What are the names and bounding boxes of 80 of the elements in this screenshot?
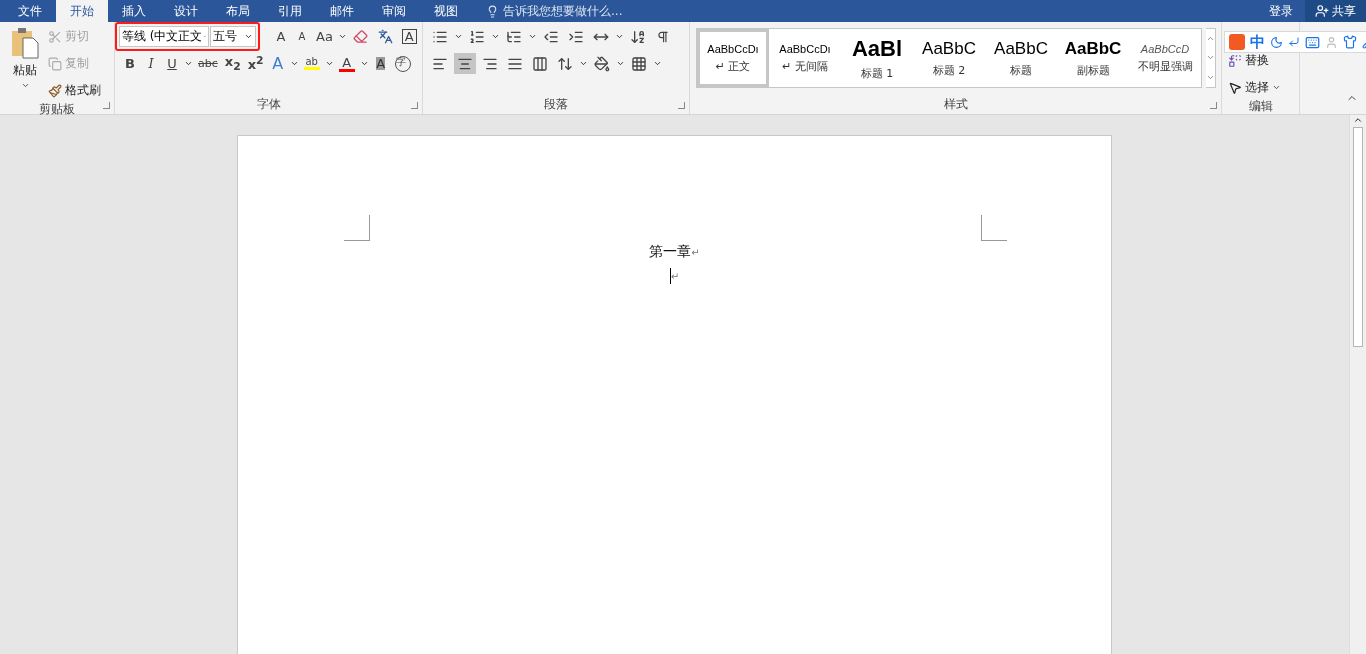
align-center-button[interactable]	[454, 53, 476, 74]
font-color-button[interactable]: A	[336, 53, 357, 74]
crop-mark	[344, 215, 370, 241]
style-item[interactable]: AaBbCcDı ↵ 无间隔	[769, 29, 841, 87]
paint-bucket-icon	[594, 55, 610, 72]
clipboard-icon	[10, 26, 40, 60]
strikethrough-button[interactable]: abc	[196, 53, 220, 74]
ribbon-tab[interactable]: 布局	[212, 0, 264, 22]
change-case-button[interactable]: Aa	[314, 26, 335, 47]
up-down-arrow-icon	[557, 55, 573, 72]
italic-button[interactable]: I	[142, 53, 160, 74]
numbered-list-icon	[469, 28, 485, 45]
scissors-icon	[48, 29, 62, 44]
group-label: 段落	[543, 96, 569, 113]
font-name-dropdown[interactable]: 等线 (中文正文	[119, 26, 209, 47]
keyboard-icon[interactable]	[1305, 34, 1320, 50]
underline-button[interactable]: U	[163, 53, 181, 74]
bold-button[interactable]: B	[121, 53, 139, 74]
select-button[interactable]: 选择	[1228, 77, 1281, 98]
dialog-launcher-icon[interactable]	[1210, 102, 1217, 109]
shrink-font-button[interactable]: A	[293, 26, 311, 47]
ribbon-tab[interactable]: 审阅	[368, 0, 420, 22]
format-painter-button[interactable]: 格式刷	[48, 80, 101, 101]
replace-icon	[1228, 53, 1242, 68]
translate-icon	[378, 29, 394, 44]
ribbon-tab[interactable]: 开始	[56, 0, 108, 22]
grid-icon	[631, 55, 647, 72]
highlight-button[interactable]: ab	[301, 53, 322, 74]
ribbon-tab[interactable]: 设计	[160, 0, 212, 22]
group-label: 剪贴板	[38, 101, 76, 118]
group-label: 字体	[255, 96, 282, 113]
copy-icon	[48, 56, 62, 71]
lightbulb-icon	[486, 4, 499, 18]
shirt-icon[interactable]	[1343, 35, 1357, 49]
ribbon-tab[interactable]: 邮件	[316, 0, 368, 22]
pilcrow-icon	[656, 29, 670, 44]
sign-in-link[interactable]: 登录	[1257, 0, 1305, 22]
moon-icon[interactable]	[1270, 35, 1283, 49]
chevron-up-icon	[1353, 115, 1363, 125]
dialog-launcher-icon[interactable]	[411, 102, 418, 109]
ribbon-tab[interactable]: 视图	[420, 0, 472, 22]
crop-mark	[981, 215, 1007, 241]
shading-button[interactable]: A	[371, 53, 390, 74]
share-button[interactable]: 共享	[1305, 0, 1366, 22]
ime-mode-toggle[interactable]: 中	[1250, 32, 1265, 52]
punctuation-icon[interactable]	[1288, 36, 1300, 48]
eraser-icon	[353, 29, 369, 44]
paintbrush-icon	[48, 83, 62, 98]
dialog-launcher-icon[interactable]	[103, 102, 110, 109]
style-item[interactable]: AaBl 标题 1	[841, 29, 913, 87]
paste-button[interactable]: 粘贴	[6, 26, 44, 101]
paragraph-mark: ↵	[691, 246, 700, 258]
ribbon-tab[interactable]: 文件	[4, 0, 56, 22]
font-size-dropdown[interactable]: 五号	[210, 26, 256, 47]
group-label: 样式	[942, 96, 969, 113]
style-item[interactable]: AaBbC 标题	[985, 29, 1057, 87]
grow-font-button[interactable]: A	[272, 26, 290, 47]
replace-button[interactable]: 替换	[1228, 50, 1281, 71]
dialog-launcher-icon[interactable]	[678, 102, 685, 109]
group-label: 编辑	[1247, 98, 1274, 115]
ribbon-tab[interactable]: 引用	[264, 0, 316, 22]
superscript-button[interactable]: x$^{2}$	[245, 53, 266, 74]
vertical-scrollbar[interactable]	[1349, 115, 1366, 654]
user-add-icon	[1315, 4, 1329, 18]
style-item[interactable]: AaBbC 副标题	[1057, 29, 1129, 87]
text-effects-button[interactable]: A	[268, 53, 287, 74]
character-border-button[interactable]: A	[399, 26, 419, 47]
ribbon-tab[interactable]: 插入	[108, 0, 160, 22]
paragraph-mark: ↵	[670, 270, 680, 282]
pointer-icon	[1228, 80, 1242, 95]
subscript-button[interactable]: x$_{2}$	[222, 53, 243, 74]
scrollbar-thumb[interactable]	[1353, 127, 1363, 347]
tell-me-search[interactable]: 告诉我您想要做什么...	[486, 0, 623, 22]
distributed-icon	[532, 55, 548, 72]
ime-logo-icon	[1229, 34, 1245, 50]
style-item[interactable]: AaBbCcDı ↵ 正文	[697, 29, 769, 87]
sort-icon	[630, 28, 646, 45]
style-item[interactable]: AaBbCcD 不明显强调	[1129, 29, 1201, 87]
document-text: 第一章	[649, 243, 692, 261]
style-item[interactable]: AaBbC 标题 2	[913, 29, 985, 87]
